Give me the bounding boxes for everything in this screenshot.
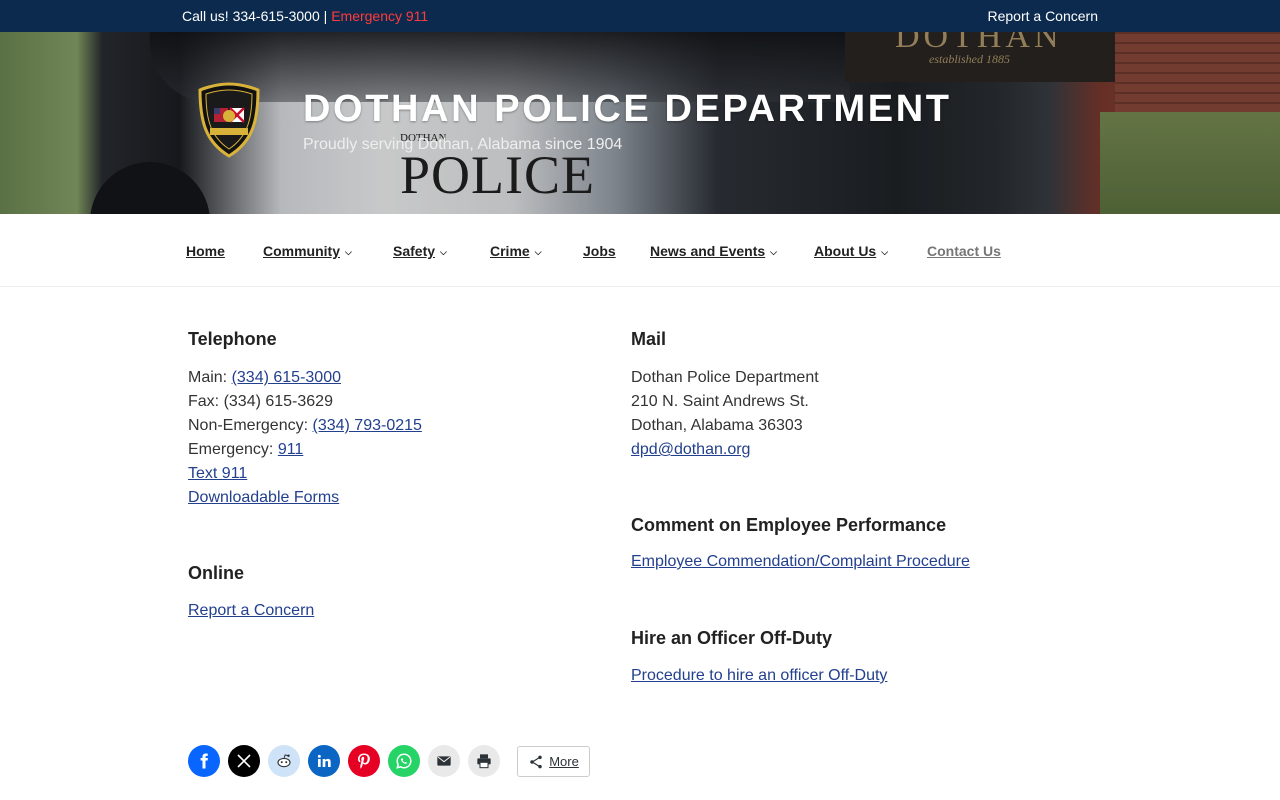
fax-line: Fax: (334) 615-3629 bbox=[188, 393, 333, 410]
nav-item-jobs[interactable]: Jobs bbox=[583, 243, 616, 259]
main-phone-line: Main: (334) 615-3000 bbox=[188, 366, 422, 390]
mail-heading: Mail bbox=[631, 329, 667, 349]
telephone-heading: Telephone bbox=[188, 329, 277, 349]
commendation-complaint-link[interactable]: Employee Commendation/Complaint Procedur… bbox=[631, 553, 970, 570]
facebook-icon bbox=[200, 753, 208, 769]
more-label: More bbox=[549, 754, 579, 769]
chevron-down-icon: ⌵ bbox=[440, 247, 447, 257]
mail-line-3: Dothan, Alabama 36303 bbox=[631, 417, 803, 434]
nav-item-about-us[interactable]: About Us ⌵ bbox=[814, 243, 888, 259]
comment-heading: Comment on Employee Performance bbox=[631, 515, 947, 535]
x-icon bbox=[237, 754, 251, 768]
print-icon bbox=[477, 754, 491, 769]
share-icon bbox=[530, 755, 542, 768]
chevron-down-icon: ⌵ bbox=[881, 247, 889, 257]
nav-label: News and Events bbox=[650, 243, 766, 259]
online-heading: Online bbox=[188, 563, 245, 583]
x-share-button[interactable] bbox=[228, 745, 260, 777]
nav-label: About Us bbox=[814, 243, 877, 259]
linkedin-icon bbox=[317, 754, 331, 767]
print-share-button[interactable] bbox=[468, 745, 500, 777]
emergency-911-link[interactable]: 911 bbox=[278, 441, 304, 458]
hire-officer-link[interactable]: Procedure to hire an officer Off-Duty bbox=[631, 667, 887, 684]
nav-item-contact-us[interactable]: Contact Us bbox=[927, 243, 1001, 259]
nav-label: Jobs bbox=[583, 243, 616, 259]
nav-label: Contact Us bbox=[927, 243, 1001, 259]
police-badge-logo[interactable] bbox=[196, 82, 262, 158]
email-link[interactable]: dpd@dothan.org bbox=[631, 441, 750, 458]
whatsapp-share-button[interactable] bbox=[388, 745, 420, 777]
mail-line-1: Dothan Police Department bbox=[631, 369, 819, 386]
non-emergency-line: Non-Emergency: (334) 793-0215 bbox=[188, 414, 422, 438]
chevron-down-icon: ⌵ bbox=[345, 247, 352, 257]
emergency-label: Emergency: bbox=[188, 441, 278, 458]
reddit-share-button[interactable] bbox=[268, 745, 300, 777]
main-navigation: Home Community ⌵ Safety ⌵ Crime ⌵ Jobs News… bbox=[0, 214, 1280, 287]
telephone-section: Telephone Main: (334) 615-3000 Fax: (334… bbox=[188, 329, 422, 510]
pinterest-icon bbox=[358, 753, 370, 769]
reddit-icon bbox=[277, 754, 291, 768]
nav-label: Safety bbox=[393, 243, 436, 259]
report-concern-top-link[interactable]: Report a Concern bbox=[987, 8, 1098, 24]
site-tagline: Proudly serving Dothan, Alabama since 19… bbox=[303, 136, 623, 153]
nav-item-news-and-events[interactable]: News and Events ⌵ bbox=[650, 243, 777, 259]
main-phone-link[interactable]: (334) 615-3000 bbox=[232, 369, 341, 386]
emergency-link[interactable]: Emergency 911 bbox=[331, 8, 428, 24]
site-title[interactable]: DOTHAN POLICE DEPARTMENT bbox=[303, 88, 952, 131]
hire-officer-section: Hire an Officer Off-Duty Procedure to hi… bbox=[631, 628, 887, 688]
non-emergency-label: Non-Emergency: bbox=[188, 417, 313, 434]
main-phone-label: Main: bbox=[188, 369, 232, 386]
comment-section: Comment on Employee Performance Employee… bbox=[631, 515, 970, 574]
mail-line-2: 210 N. Saint Andrews St. bbox=[631, 393, 809, 410]
whatsapp-icon bbox=[396, 753, 412, 769]
non-emergency-link[interactable]: (334) 793-0215 bbox=[313, 417, 422, 434]
nav-item-home[interactable]: Home bbox=[186, 243, 225, 259]
report-concern-link[interactable]: Report a Concern bbox=[188, 602, 314, 619]
mail-section: Mail Dothan Police Department 210 N. Sai… bbox=[631, 329, 819, 462]
online-section: Online Report a Concern bbox=[188, 563, 314, 623]
call-us-text: Call us! 334-615-3000 | Emergency 911 bbox=[182, 8, 428, 24]
nav-item-community[interactable]: Community ⌵ bbox=[263, 243, 352, 259]
chevron-down-icon: ⌵ bbox=[770, 247, 777, 257]
nav-item-safety[interactable]: Safety ⌵ bbox=[393, 243, 447, 259]
downloadable-forms-link[interactable]: Downloadable Forms bbox=[188, 489, 339, 506]
text-911-link[interactable]: Text 911 bbox=[188, 465, 247, 482]
nav-label: Community bbox=[263, 243, 340, 259]
call-us-label: Call us! 334-615-3000 | bbox=[182, 8, 332, 24]
email-share-button[interactable] bbox=[428, 745, 460, 777]
linkedin-share-button[interactable] bbox=[308, 745, 340, 777]
more-share-button[interactable]: More bbox=[517, 746, 590, 777]
hire-officer-heading: Hire an Officer Off-Duty bbox=[631, 628, 833, 648]
chevron-down-icon: ⌵ bbox=[534, 247, 542, 257]
facebook-share-button[interactable] bbox=[188, 745, 220, 777]
nav-label: Home bbox=[186, 243, 225, 259]
pinterest-share-button[interactable] bbox=[348, 745, 380, 777]
email-icon bbox=[437, 756, 451, 766]
nav-label: Crime bbox=[490, 243, 530, 259]
nav-item-crime[interactable]: Crime ⌵ bbox=[490, 243, 542, 259]
top-bar: Call us! 334-615-3000 | Emergency 911 Re… bbox=[0, 0, 1280, 32]
emergency-line: Emergency: 911 bbox=[188, 438, 422, 462]
